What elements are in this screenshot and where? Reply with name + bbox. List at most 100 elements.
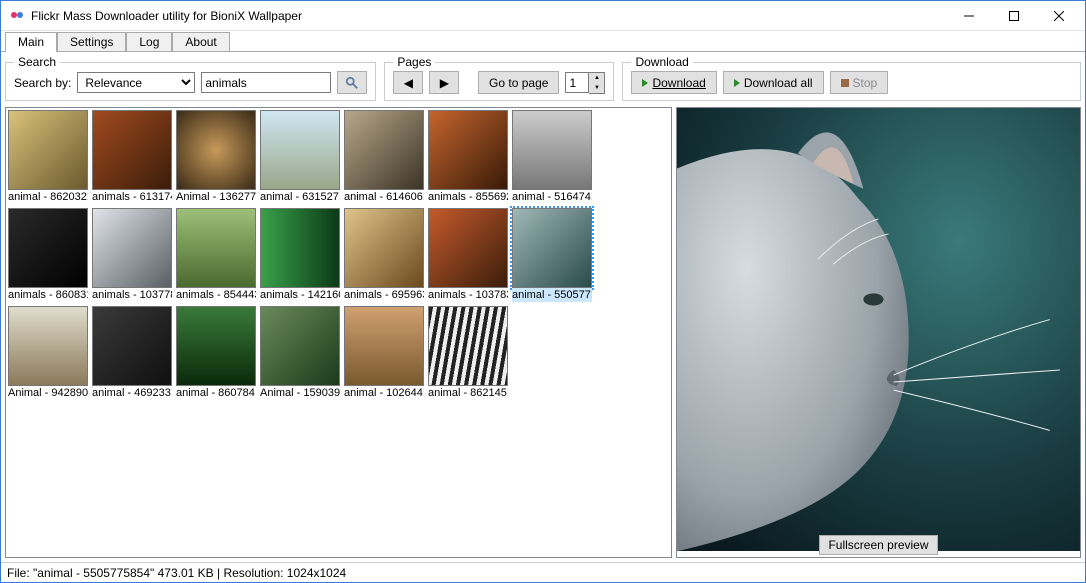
download-button[interactable]: Download [631, 71, 716, 94]
thumbnail-item[interactable]: animal - 862145! [428, 306, 508, 400]
tab-settings[interactable]: Settings [57, 32, 126, 51]
prev-page-button[interactable]: ◀ [393, 71, 423, 94]
content-area: animal - 862032! animals - 613174 Animal -… [1, 103, 1085, 562]
search-by-label: Search by: [14, 76, 71, 90]
close-button[interactable] [1036, 2, 1081, 30]
fullscreen-preview-button[interactable]: Fullscreen preview [819, 535, 937, 555]
download-group: Download Download Download all Stop [622, 62, 1081, 101]
search-button[interactable] [337, 71, 367, 94]
thumbnail-label: animals - 103778! [92, 288, 172, 302]
tab-main[interactable]: Main [5, 32, 57, 52]
maximize-button[interactable] [991, 2, 1036, 30]
thumbnail-label: animal - 614606! [344, 190, 424, 204]
thumbnail-label: Animal - 942890 [8, 386, 88, 400]
thumbnail-item[interactable]: animals - 613174 [92, 110, 172, 204]
thumbnail-label: animals - 613174 [92, 190, 172, 204]
thumbnail-image [8, 306, 88, 386]
thumbnail-image [512, 110, 592, 190]
thumbnail-image [176, 208, 256, 288]
thumbnail-item[interactable]: Animal - 136277 [176, 110, 256, 204]
thumbnail-image [176, 306, 256, 386]
toolbar: Search Search by: Relevance Pages ◀ ▶ Go… [1, 52, 1085, 103]
status-text: File: "animal - 5505775854" 473.01 KB | … [7, 566, 346, 580]
thumbnail-image [176, 110, 256, 190]
tab-strip: MainSettingsLogAbout [1, 31, 1085, 52]
thumbnail-label: animal - 102644! [344, 386, 424, 400]
thumbnail-item[interactable]: animal - 631527 [260, 110, 340, 204]
next-page-button[interactable]: ▶ [429, 71, 459, 94]
goto-page-button[interactable]: Go to page [478, 71, 559, 94]
thumbnail-item[interactable]: animals - 854443 [176, 208, 256, 302]
window-title: Flickr Mass Downloader utility for Bioni… [31, 9, 946, 23]
thumbnail-image [512, 208, 592, 288]
thumbnail-grid: animal - 862032! animals - 613174 Animal -… [8, 110, 669, 400]
thumbnail-image [344, 208, 424, 288]
thumbnail-item[interactable]: animals - 695963 [344, 208, 424, 302]
download-all-button[interactable]: Download all [723, 71, 824, 94]
thumbnail-item[interactable]: Animal - 159039 [260, 306, 340, 400]
thumbnail-image [92, 110, 172, 190]
results-panel: animal - 862032! animals - 613174 Animal -… [5, 107, 672, 558]
pages-group-label: Pages [393, 55, 435, 69]
thumbnail-label: animals - 855692! [428, 190, 508, 204]
thumbnail-image [428, 110, 508, 190]
preview-panel: Fullscreen preview [676, 107, 1081, 558]
thumbnail-item[interactable]: animal - 102644! [344, 306, 424, 400]
thumbnail-item[interactable]: animal - 860784 [176, 306, 256, 400]
stop-button[interactable]: Stop [830, 71, 889, 94]
thumbnail-image [260, 306, 340, 386]
play-icon [734, 79, 740, 87]
thumbnail-label: animal - 862032! [8, 190, 88, 204]
page-number-input[interactable] [565, 72, 589, 93]
thumbnail-label: animals - 142160! [260, 288, 340, 302]
minimize-button[interactable] [946, 2, 991, 30]
tab-about[interactable]: About [172, 32, 229, 51]
thumbnail-item[interactable]: Animal - 942890 [8, 306, 88, 400]
thumbnail-image [8, 110, 88, 190]
thumbnail-label: animal - 860784 [176, 386, 256, 400]
play-icon [642, 79, 648, 87]
thumbnail-image [92, 306, 172, 386]
page-spin-down[interactable]: ▼ [589, 83, 604, 93]
pages-group: Pages ◀ ▶ Go to page ▲▼ [384, 62, 614, 101]
thumbnail-item[interactable]: animals - 855692! [428, 110, 508, 204]
thumbnail-item[interactable]: animal - 516474! [512, 110, 592, 204]
thumbnail-label: Animal - 159039 [260, 386, 340, 400]
thumbnail-label: animal - 862145! [428, 386, 508, 400]
search-group: Search Search by: Relevance [5, 62, 376, 101]
thumbnail-image [260, 110, 340, 190]
titlebar: Flickr Mass Downloader utility for Bioni… [1, 1, 1085, 31]
thumbnail-label: Animal - 136277 [176, 190, 256, 204]
thumbnail-image [344, 110, 424, 190]
app-icon [9, 8, 25, 24]
thumbnail-label: animals - 695963 [344, 288, 424, 302]
search-group-label: Search [14, 55, 60, 69]
thumbnail-label: animal - 516474! [512, 190, 592, 204]
thumbnail-image [428, 306, 508, 386]
thumbnail-label: animals - 860831 [8, 288, 88, 302]
preview-image [677, 108, 1080, 551]
thumbnail-image [344, 306, 424, 386]
thumbnail-item[interactable]: animals - 142160! [260, 208, 340, 302]
thumbnail-item[interactable]: animal - 862032! [8, 110, 88, 204]
thumbnail-item[interactable]: animal - 469233! [92, 306, 172, 400]
thumbnail-item[interactable]: animals - 860831 [8, 208, 88, 302]
sort-select[interactable]: Relevance [77, 72, 195, 93]
tab-log[interactable]: Log [126, 32, 172, 51]
statusbar: File: "animal - 5505775854" 473.01 KB | … [1, 562, 1085, 582]
thumbnail-label: animals - 854443 [176, 288, 256, 302]
thumbnail-item[interactable]: animals - 103783 [428, 208, 508, 302]
stop-icon [841, 79, 849, 87]
thumbnail-image [260, 208, 340, 288]
thumbnail-item[interactable]: animals - 103778! [92, 208, 172, 302]
thumbnail-label: animals - 103783 [428, 288, 508, 302]
download-group-label: Download [631, 55, 692, 69]
thumbnail-item[interactable]: animal - 550577! [512, 208, 592, 302]
thumbnail-label: animal - 631527 [260, 190, 340, 204]
thumbnail-image [92, 208, 172, 288]
search-input[interactable] [201, 72, 331, 93]
thumbnail-image [8, 208, 88, 288]
thumbnail-label: animal - 469233! [92, 386, 172, 400]
thumbnail-item[interactable]: animal - 614606! [344, 110, 424, 204]
page-spin-up[interactable]: ▲ [589, 73, 604, 83]
